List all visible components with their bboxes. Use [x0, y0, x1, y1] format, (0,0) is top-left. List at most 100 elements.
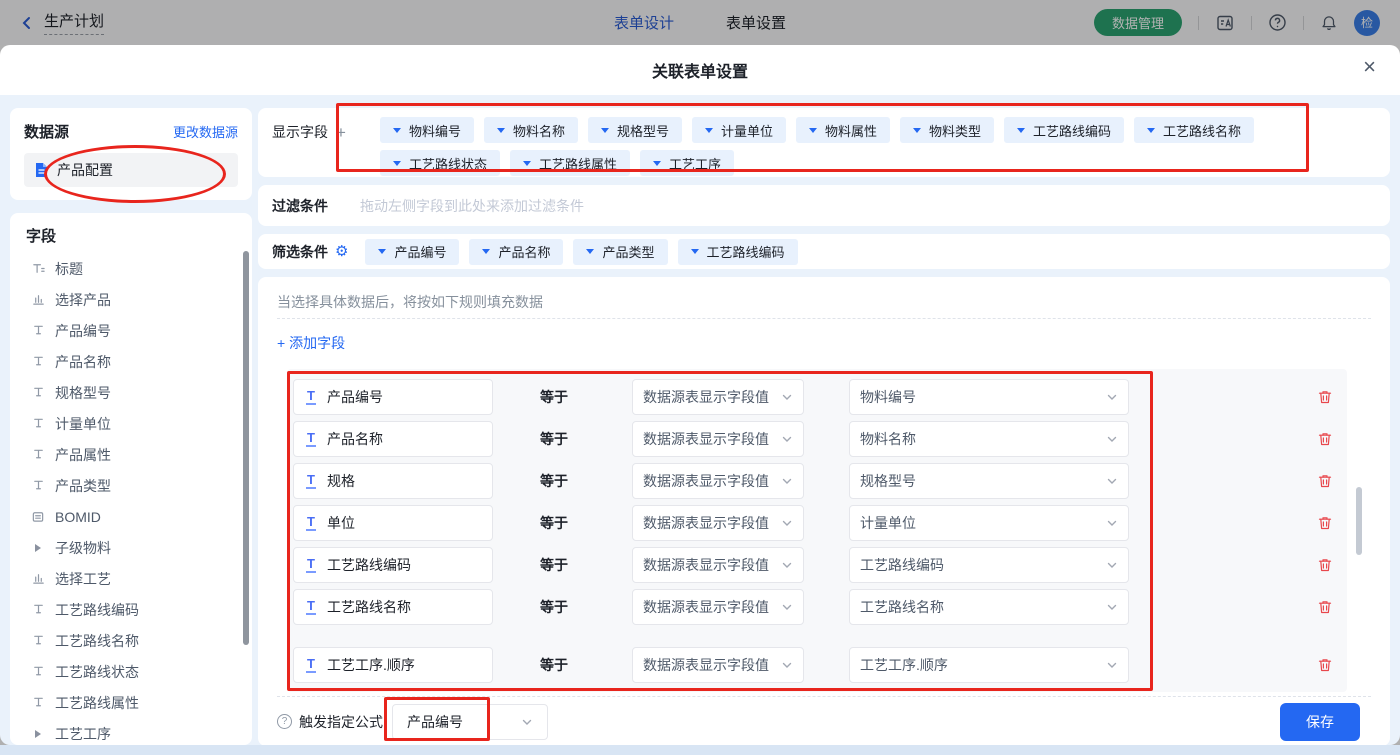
gear-icon[interactable]: ⚙ — [335, 244, 348, 259]
rule-source-field-select[interactable]: 规格型号 — [849, 463, 1129, 499]
rule-source-type-select[interactable]: 数据源表显示字段值 — [632, 547, 804, 583]
chevron-down-icon — [1106, 659, 1118, 671]
datasource-item-label: 产品配置 — [57, 160, 113, 180]
rule-source-type-select-value: 数据源表显示字段值 — [643, 471, 769, 491]
field-item[interactable]: 工艺路线属性 — [26, 687, 244, 718]
display-field-tag[interactable]: 物料名称 — [484, 117, 578, 143]
add-display-field-icon[interactable]: + — [336, 124, 346, 141]
rule-source-type-select[interactable]: 数据源表显示字段值 — [632, 505, 804, 541]
trash-icon[interactable] — [1317, 431, 1333, 447]
field-item[interactable]: 产品名称 — [26, 346, 244, 377]
tab-form-settings[interactable]: 表单设置 — [726, 12, 786, 33]
field-item[interactable]: 规格型号 — [26, 377, 244, 408]
display-field-tag-label: 计量单位 — [721, 121, 773, 140]
rules-table-scrollbar[interactable] — [1356, 487, 1362, 555]
rule-target-field-input[interactable]: T单位 — [293, 505, 493, 541]
trash-icon[interactable] — [1317, 473, 1333, 489]
trigger-field-value: 产品编号 — [407, 712, 463, 732]
text-field-icon — [30, 634, 46, 647]
back-icon[interactable] — [20, 16, 34, 30]
text-field-icon — [30, 448, 46, 461]
datasource-item-product-config[interactable]: 产品配置 — [24, 153, 238, 187]
field-item[interactable]: BOMID — [26, 501, 244, 532]
display-field-tag[interactable]: 物料编号 — [380, 117, 474, 143]
rule-target-field-input[interactable]: T工艺工序.顺序 — [293, 647, 493, 683]
fields-scrollbar[interactable] — [243, 251, 249, 645]
display-field-tag[interactable]: 物料类型 — [900, 117, 994, 143]
filter-condition-label: 过滤条件 — [272, 196, 328, 216]
rule-target-field-input[interactable]: T工艺路线名称 — [293, 589, 493, 625]
rule-source-type-select[interactable]: 数据源表显示字段值 — [632, 379, 804, 415]
trash-icon[interactable] — [1317, 389, 1333, 405]
trash-icon[interactable] — [1317, 515, 1333, 531]
add-field-link[interactable]: + 添加字段 — [277, 333, 1371, 353]
display-fields-label: 显示字段 — [272, 122, 328, 142]
text-field-icon — [30, 417, 46, 430]
rule-source-type-select-value: 数据源表显示字段值 — [643, 513, 769, 533]
field-item[interactable]: 产品属性 — [26, 439, 244, 470]
display-field-tag[interactable]: 工艺路线状态 — [380, 150, 500, 176]
display-field-tag[interactable]: 物料属性 — [796, 117, 890, 143]
rule-source-field-select[interactable]: 工艺路线名称 — [849, 589, 1129, 625]
rule-target-field-input[interactable]: T产品名称 — [293, 421, 493, 457]
display-field-tag[interactable]: 工艺路线名称 — [1134, 117, 1254, 143]
trash-icon[interactable] — [1317, 657, 1333, 673]
field-item[interactable]: 产品编号 — [26, 315, 244, 346]
rule-source-type-select-value: 数据源表显示字段值 — [643, 655, 769, 675]
rule-target-field-input[interactable]: T 规格 — [293, 463, 493, 499]
rule-source-field-select[interactable]: 物料名称 — [849, 421, 1129, 457]
trash-icon[interactable] — [1317, 599, 1333, 615]
rule-operator: 等于 — [540, 429, 570, 449]
notification-bell-icon[interactable] — [1320, 14, 1338, 32]
help-icon[interactable] — [1268, 13, 1287, 32]
rule-source-field-select[interactable]: 工艺路线编码 — [849, 547, 1129, 583]
text-field-icon: T — [306, 473, 316, 489]
close-icon[interactable]: × — [1363, 56, 1376, 78]
change-datasource-link[interactable]: 更改数据源 — [173, 122, 238, 141]
field-item[interactable]: 标题 — [26, 253, 244, 284]
field-item[interactable]: 选择产品 — [26, 284, 244, 315]
field-item[interactable]: 工艺路线编码 — [26, 594, 244, 625]
display-field-tag[interactable]: 工艺路线属性 — [510, 150, 630, 176]
display-field-tag[interactable]: 规格型号 — [588, 117, 682, 143]
trigger-field-select[interactable]: 产品编号 — [392, 704, 548, 740]
sift-condition-tag[interactable]: 产品名称 — [469, 239, 563, 265]
data-manage-button[interactable]: 数据管理 — [1094, 9, 1182, 36]
tab-form-design[interactable]: 表单设计 — [614, 12, 674, 33]
chevron-down-icon — [781, 433, 793, 445]
app-title[interactable]: 生产计划 — [44, 10, 104, 35]
rule-target-field-input[interactable]: T产品编号 — [293, 379, 493, 415]
filter-drop-placeholder[interactable]: 拖动左侧字段到此处来添加过滤条件 — [360, 196, 584, 216]
display-field-tag[interactable]: 计量单位 — [692, 117, 786, 143]
avatar[interactable]: 检 — [1354, 10, 1380, 36]
field-item[interactable]: 计量单位 — [26, 408, 244, 439]
rule-source-field-select[interactable]: 工艺工序.顺序 — [849, 647, 1129, 683]
sift-condition-tag[interactable]: 工艺路线编码 — [678, 239, 798, 265]
trash-icon[interactable] — [1317, 557, 1333, 573]
rule-source-type-select[interactable]: 数据源表显示字段值 — [632, 421, 804, 457]
field-item[interactable]: 产品类型 — [26, 470, 244, 501]
translate-icon[interactable] — [1215, 13, 1235, 33]
rule-source-type-select[interactable]: 数据源表显示字段值 — [632, 647, 804, 683]
text-field-icon: T — [306, 599, 316, 615]
rule-source-field-select[interactable]: 物料编号 — [849, 379, 1129, 415]
save-button[interactable]: 保存 — [1280, 703, 1360, 741]
rule-source-type-select[interactable]: 数据源表显示字段值 — [632, 463, 804, 499]
sift-condition-tag[interactable]: 产品类型 — [573, 239, 667, 265]
field-item[interactable]: 子级物料 — [26, 532, 244, 563]
field-item[interactable]: 选择工艺 — [26, 563, 244, 594]
text-field-icon — [30, 603, 46, 616]
filter-condition-bar: 过滤条件 拖动左侧字段到此处来添加过滤条件 — [258, 185, 1390, 226]
rule-source-field-select[interactable]: 计量单位 — [849, 505, 1129, 541]
rule-target-field-value: 规格 — [327, 471, 355, 491]
display-field-tag[interactable]: 工艺路线编码 — [1004, 117, 1124, 143]
field-item[interactable]: 工艺工序 — [26, 718, 244, 745]
help-circle-icon[interactable]: ? — [277, 714, 292, 729]
field-item[interactable]: 工艺路线状态 — [26, 656, 244, 687]
rule-source-type-select[interactable]: 数据源表显示字段值 — [632, 589, 804, 625]
chevron-down-icon — [781, 601, 793, 613]
field-item[interactable]: 工艺路线名称 — [26, 625, 244, 656]
rule-target-field-input[interactable]: T工艺路线编码 — [293, 547, 493, 583]
display-field-tag[interactable]: 工艺工序 — [640, 150, 734, 176]
sift-condition-tag[interactable]: 产品编号 — [365, 239, 459, 265]
